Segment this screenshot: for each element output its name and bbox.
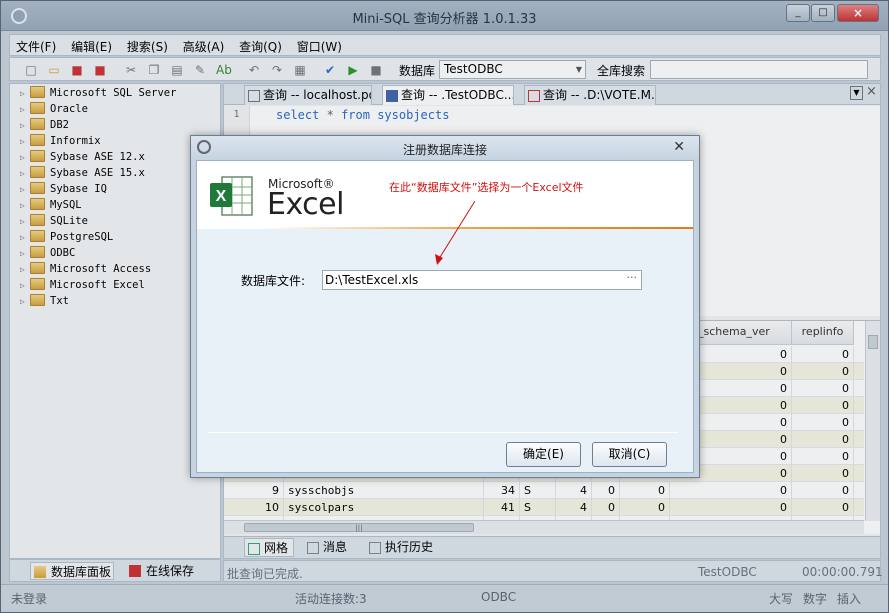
cancel-button[interactable]: 取消(C): [592, 442, 667, 467]
dialog-separator: [208, 432, 678, 433]
dialog-title: 注册数据库连接: [402, 143, 487, 157]
dialog-body: X Microsoft® Excel 在此“数据库文件”选择为一个Excel文件…: [196, 160, 694, 473]
database-file-value: D:\TestExcel.xls: [325, 273, 419, 287]
database-file-label: 数据库文件:: [241, 274, 306, 288]
browse-button[interactable]: ···: [627, 269, 638, 287]
banner-accent-line: [267, 227, 693, 229]
svg-text:X: X: [216, 188, 227, 205]
dialog-close-icon[interactable]: ✕: [673, 139, 685, 155]
register-connection-dialog: 注册数据库连接 ✕ X Microsoft® Excel 在此“数据库文件”选择…: [190, 135, 700, 478]
database-file-input[interactable]: D:\TestExcel.xls ···: [322, 270, 642, 290]
ok-button[interactable]: 确定(E): [506, 442, 581, 467]
dialog-banner: X Microsoft® Excel 在此“数据库文件”选择为一个Excel文件: [197, 161, 693, 229]
dialog-title-bar: 注册数据库连接 ✕: [191, 136, 699, 160]
annotation-note: 在此“数据库文件”选择为一个Excel文件: [389, 181, 584, 194]
logo-product: Excel: [267, 187, 344, 222]
excel-logo-icon: X: [210, 176, 253, 216]
